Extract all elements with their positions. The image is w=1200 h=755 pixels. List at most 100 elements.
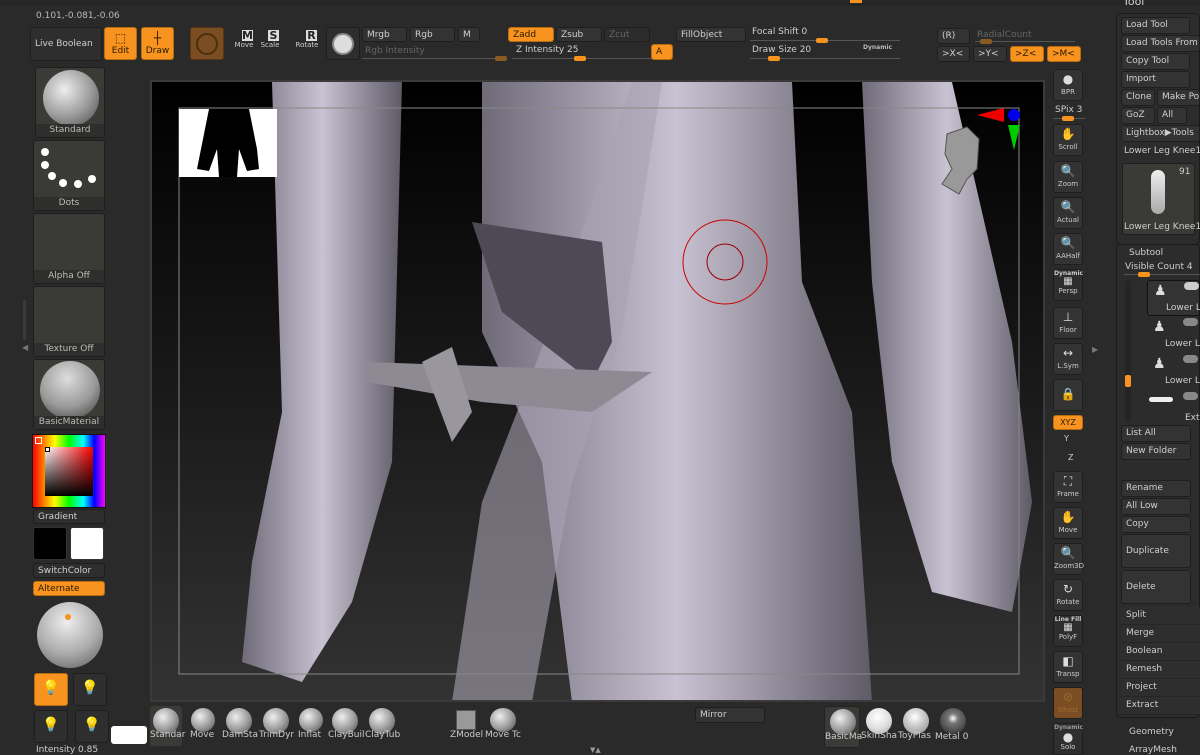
load-tool-button[interactable]: Load Tool	[1121, 17, 1190, 34]
merge-menu[interactable]: Merge	[1121, 625, 1200, 643]
fill-object-button[interactable]: FillObject	[676, 27, 746, 42]
alpha-tile[interactable]: Alpha Off	[33, 213, 105, 284]
mrgb-button[interactable]: Mrgb	[362, 27, 407, 42]
polyf-button[interactable]: Line Fill ▦ PolyF	[1053, 615, 1083, 647]
rotate-xyz-button[interactable]: XYZ	[1053, 415, 1083, 430]
move-button[interactable]: M Move	[232, 30, 256, 56]
visibility-toggle[interactable]	[1183, 318, 1198, 326]
bottom-brush-trimdynamic[interactable]: TrimDyr	[259, 706, 295, 746]
all-low-button[interactable]: All Low	[1121, 498, 1191, 515]
material-toyplastic[interactable]: ToyPlas	[898, 706, 934, 748]
scroll-button[interactable]: ✋ Scroll	[1053, 124, 1083, 156]
boolean-menu[interactable]: Boolean	[1121, 643, 1200, 661]
light-color-swatch[interactable]	[111, 726, 147, 744]
persp-button[interactable]: Dynamic ▦ Persp	[1053, 269, 1083, 301]
bpr-button[interactable]: ● BPR	[1053, 69, 1083, 101]
remesh-menu[interactable]: Remesh	[1121, 661, 1200, 679]
goz-button[interactable]: GoZ	[1121, 107, 1155, 124]
stroke-tile[interactable]: Dots	[33, 140, 105, 211]
live-boolean-button[interactable]: Live Boolean	[30, 27, 102, 61]
load-tools-from-button[interactable]: Load Tools From P	[1121, 35, 1200, 52]
extract-menu[interactable]: Extract	[1121, 697, 1200, 715]
material-tile[interactable]: BasicMaterial	[33, 359, 105, 430]
zsub-button[interactable]: Zsub	[556, 27, 602, 42]
rotate-view-button[interactable]: ↻ Rotate	[1053, 579, 1083, 611]
color-picker-sv[interactable]	[45, 447, 93, 496]
rgb-button[interactable]: Rgb	[410, 27, 455, 42]
visibility-toggle[interactable]	[1183, 392, 1198, 400]
sym-z-button[interactable]: >Z<	[1010, 46, 1044, 62]
rename-button[interactable]: Rename	[1121, 480, 1191, 497]
light-sphere[interactable]	[37, 602, 103, 668]
clone-button[interactable]: Clone	[1121, 89, 1155, 106]
rotate-button[interactable]: R Rotate	[294, 30, 320, 56]
bottom-brush-movetopological[interactable]: Move Tc	[485, 706, 521, 746]
sym-m-button[interactable]: >M<	[1047, 46, 1081, 62]
subtool-scroll-thumb[interactable]	[1125, 375, 1131, 387]
sv-marker[interactable]	[45, 447, 50, 452]
spix-slider[interactable]	[1053, 116, 1085, 121]
color-picker-hue[interactable]	[32, 434, 106, 508]
switch-color-button[interactable]: SwitchColor	[33, 563, 105, 578]
bottom-brush-inflate[interactable]: Inflat	[296, 706, 328, 746]
main-color-swatch[interactable]	[33, 527, 67, 560]
alternate-button[interactable]: Alternate	[33, 581, 105, 596]
subtool-item-1[interactable]: ♟ Lower L	[1147, 280, 1200, 316]
project-menu[interactable]: Project	[1121, 679, 1200, 697]
visibility-toggle[interactable]	[1184, 282, 1199, 290]
left-scrollbar[interactable]	[23, 300, 26, 340]
transp-button[interactable]: ◧ Transp	[1053, 651, 1083, 683]
material-basic[interactable]: BasicMa	[824, 706, 862, 748]
ghost-button[interactable]: ⊘ Ghost	[1053, 687, 1083, 719]
bottom-expand-icon[interactable]: ▼▲	[590, 746, 601, 754]
orientation-head-icon[interactable]	[937, 124, 987, 204]
zadd-button[interactable]: Zadd	[508, 27, 554, 42]
hue-marker[interactable]	[35, 437, 42, 444]
bottom-brush-claybuildup[interactable]: ClayBuil	[328, 706, 365, 746]
frame-button[interactable]: ⛶ Frame	[1053, 471, 1083, 503]
bottom-brush-zmodeler[interactable]: ZModel	[448, 706, 484, 746]
viewport-canvas[interactable]	[150, 80, 1045, 702]
split-menu[interactable]: Split	[1121, 607, 1200, 625]
draw-button[interactable]: ┼ Draw	[141, 27, 174, 60]
gizmo-toggle-button[interactable]	[190, 27, 224, 60]
texture-tile[interactable]: Texture Off	[33, 286, 105, 357]
light-4-button[interactable]: 💡	[75, 710, 109, 743]
subtool-item-3[interactable]: ♟ Lower L	[1147, 354, 1200, 390]
silhouette-thumbnail[interactable]	[179, 109, 277, 177]
a-button[interactable]: A	[651, 44, 673, 60]
delete-button[interactable]: Delete	[1121, 570, 1191, 604]
visibility-toggle[interactable]	[1183, 355, 1198, 363]
sym-y-button[interactable]: >Y<	[973, 46, 1007, 62]
camera-lock-button[interactable]: 🔒	[1053, 379, 1083, 411]
solo-button[interactable]: Dynamic ● Solo	[1053, 723, 1083, 755]
mirror-button[interactable]: Mirror	[695, 707, 765, 723]
brush-tile[interactable]: Standard	[35, 67, 105, 138]
rotate-z-button[interactable]: Z	[1068, 453, 1073, 462]
subtool-title[interactable]: Subtool	[1129, 248, 1163, 258]
light-2-button[interactable]: 💡	[73, 673, 107, 706]
radial-count-slider[interactable]	[975, 39, 1075, 44]
arraymesh-menu[interactable]: ArrayMesh	[1129, 745, 1177, 755]
actual-button[interactable]: 🔍 Actual	[1053, 197, 1083, 229]
draw-size-slider[interactable]	[750, 56, 900, 61]
radial-r-button[interactable]: (R)	[937, 28, 970, 44]
zoom-button[interactable]: 🔍 Zoom	[1053, 161, 1083, 193]
bottom-brush-claytubes[interactable]: ClayTub	[365, 706, 401, 746]
color-mode-button[interactable]	[326, 27, 360, 60]
m-button[interactable]: M	[458, 27, 480, 42]
bottom-brush-damstandard[interactable]: DamSta	[222, 706, 258, 746]
geometry-menu[interactable]: Geometry	[1129, 727, 1174, 737]
copy-tool-button[interactable]: Copy Tool	[1121, 53, 1190, 70]
secondary-color-swatch[interactable]	[70, 527, 104, 560]
zoom3d-button[interactable]: 🔍 Zoom3D	[1053, 543, 1084, 575]
subtool-item-2[interactable]: ♟ Lower L	[1147, 317, 1200, 353]
light-1-button[interactable]: 💡	[34, 673, 68, 706]
new-folder-button[interactable]: New Folder	[1121, 443, 1191, 460]
subtool-item-4[interactable]: Ext	[1147, 391, 1200, 427]
import-button[interactable]: Import	[1121, 71, 1190, 88]
z-intensity-slider[interactable]	[512, 56, 652, 61]
goz-all-button[interactable]: All	[1157, 107, 1187, 124]
make-polymesh-button[interactable]: Make Poly	[1157, 89, 1200, 106]
bottom-brush-standard[interactable]: Standar	[150, 706, 185, 746]
